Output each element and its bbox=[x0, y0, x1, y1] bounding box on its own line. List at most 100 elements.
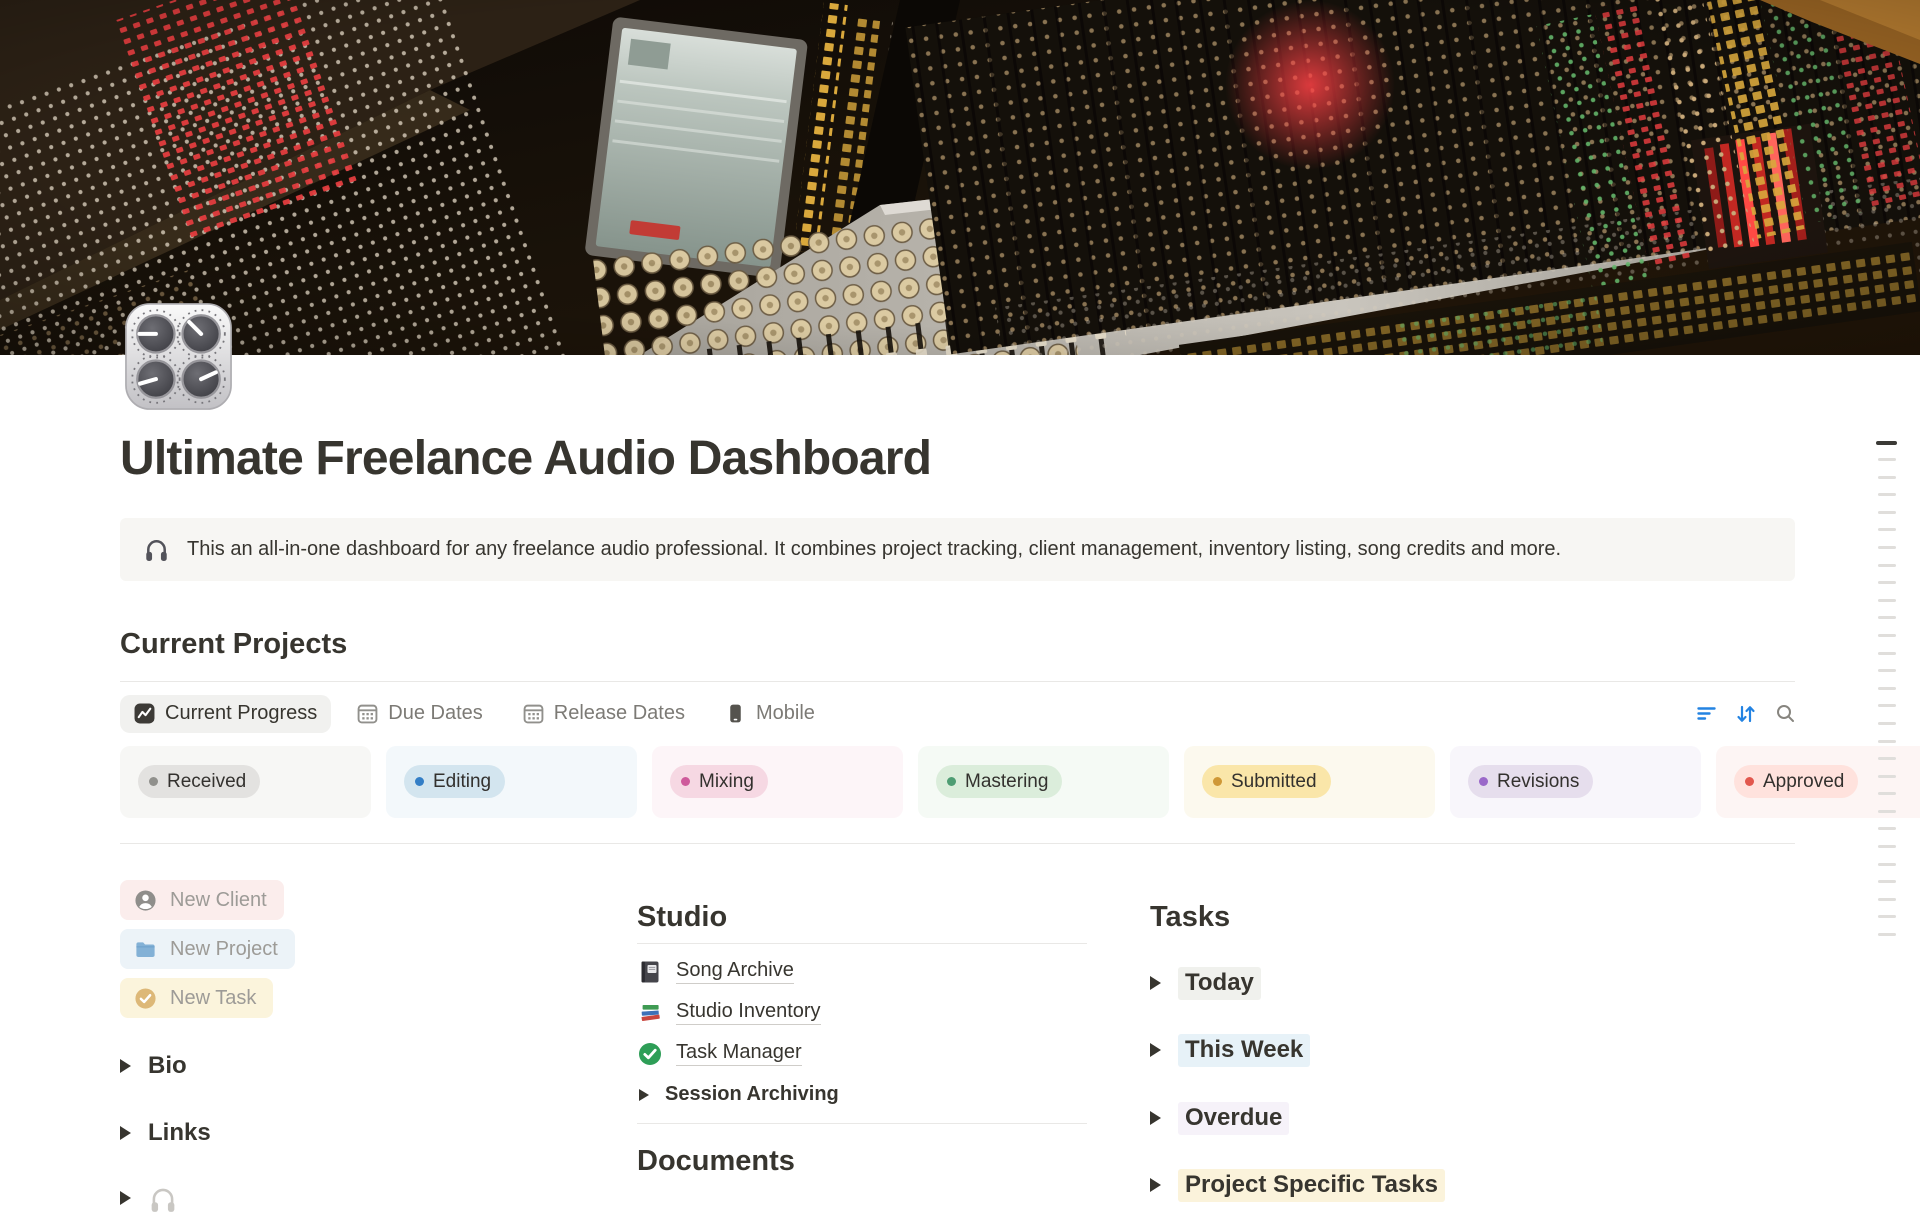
status-badge[interactable]: Received bbox=[138, 765, 260, 798]
left-column: New Client New Project New Task Bio bbox=[120, 880, 580, 1215]
search-icon[interactable] bbox=[1776, 704, 1795, 723]
outline-dash bbox=[1878, 740, 1896, 743]
status-dot bbox=[1479, 777, 1488, 786]
toggle-triangle-icon bbox=[1150, 976, 1161, 990]
divider bbox=[120, 681, 1795, 682]
toggle-today[interactable]: Today bbox=[1150, 966, 1795, 1000]
toggle-label: Project Specific Tasks bbox=[1178, 1169, 1445, 1202]
status-label: Approved bbox=[1763, 771, 1844, 793]
toggle-partial-headphones[interactable] bbox=[120, 1181, 580, 1215]
outline-dash bbox=[1878, 546, 1896, 549]
outline-dash bbox=[1878, 528, 1896, 531]
divider bbox=[637, 1123, 1087, 1124]
new-client-button[interactable]: New Client bbox=[120, 880, 284, 920]
toggle-overdue[interactable]: Overdue bbox=[1150, 1101, 1795, 1135]
outline-dash bbox=[1878, 898, 1896, 901]
sort-icon[interactable] bbox=[1736, 705, 1756, 723]
page-link-studio-inventory[interactable]: Studio Inventory bbox=[637, 992, 1087, 1033]
tab-release-dates[interactable]: Release Dates bbox=[509, 695, 699, 733]
board-column-mixing: Mixing bbox=[652, 746, 903, 818]
outline-current-dash bbox=[1876, 441, 1897, 445]
tab-current-progress[interactable]: Current Progress bbox=[120, 695, 331, 733]
check-circle-icon bbox=[134, 987, 157, 1010]
toggle-triangle-icon bbox=[120, 1191, 131, 1205]
calendar-view-icon bbox=[523, 703, 544, 724]
toggle-project-specific-tasks[interactable]: Project Specific Tasks bbox=[1150, 1168, 1795, 1202]
outline-dash bbox=[1878, 599, 1896, 602]
toggle-label: Session Archiving bbox=[665, 1083, 839, 1106]
status-dot bbox=[149, 777, 158, 786]
callout-text: This an all-in-one dashboard for any fre… bbox=[187, 538, 1561, 561]
new-task-button[interactable]: New Task bbox=[120, 978, 273, 1018]
board-column-revisions: Revisions bbox=[1450, 746, 1701, 818]
outline-dash bbox=[1878, 616, 1896, 619]
toggle-triangle-icon bbox=[1150, 1178, 1161, 1192]
chart-view-icon bbox=[134, 703, 155, 724]
page-link-label: Studio Inventory bbox=[676, 1000, 821, 1025]
documents-heading: Documents bbox=[637, 1144, 1087, 1179]
outline-dash bbox=[1878, 792, 1896, 795]
outline-dash bbox=[1878, 634, 1896, 637]
tab-mobile[interactable]: Mobile bbox=[711, 695, 829, 733]
outline-dash bbox=[1878, 687, 1896, 690]
status-badge[interactable]: Mastering bbox=[936, 765, 1062, 798]
body-columns: New Client New Project New Task Bio bbox=[120, 880, 1795, 1215]
board-column-editing: Editing bbox=[386, 746, 637, 818]
page-body: Ultimate Freelance Audio Dashboard This … bbox=[0, 430, 1920, 1215]
outline-dash bbox=[1878, 511, 1896, 514]
outline-dash bbox=[1878, 845, 1896, 848]
toggle-triangle-icon bbox=[120, 1059, 131, 1073]
outline-dash bbox=[1878, 933, 1896, 936]
toggle-links[interactable]: Links bbox=[120, 1116, 580, 1150]
outline-dash bbox=[1878, 827, 1896, 830]
status-badge[interactable]: Approved bbox=[1734, 765, 1858, 798]
outline-rail[interactable] bbox=[1876, 441, 1897, 951]
status-dot bbox=[415, 777, 424, 786]
status-label: Received bbox=[167, 771, 246, 793]
filter-icon[interactable] bbox=[1697, 706, 1716, 722]
tab-label: Current Progress bbox=[165, 702, 317, 725]
toggle-session-archiving[interactable]: Session Archiving bbox=[637, 1074, 1087, 1115]
outline-dash bbox=[1878, 775, 1896, 778]
status-badge[interactable]: Revisions bbox=[1468, 765, 1593, 798]
outline-dash bbox=[1878, 564, 1896, 567]
status-badge[interactable]: Mixing bbox=[670, 765, 768, 798]
status-label: Mixing bbox=[699, 771, 754, 793]
status-badge[interactable]: Submitted bbox=[1202, 765, 1331, 798]
toggle-triangle-icon bbox=[1150, 1111, 1161, 1125]
tasks-heading: Tasks bbox=[1150, 900, 1795, 935]
page-icon[interactable] bbox=[122, 300, 235, 413]
toggle-triangle-icon bbox=[120, 1126, 131, 1140]
page-title: Ultimate Freelance Audio Dashboard bbox=[120, 430, 1795, 488]
status-dot bbox=[947, 777, 956, 786]
headphones-icon bbox=[143, 536, 170, 563]
toggle-triangle-icon bbox=[1150, 1043, 1161, 1057]
outline-dash bbox=[1878, 704, 1896, 707]
view-toolbar bbox=[1697, 704, 1795, 723]
outline-dash bbox=[1878, 581, 1896, 584]
status-badge[interactable]: Editing bbox=[404, 765, 505, 798]
status-dot bbox=[681, 777, 690, 786]
tab-due-dates[interactable]: Due Dates bbox=[343, 695, 497, 733]
toggle-label: Overdue bbox=[1178, 1102, 1289, 1135]
page-link-label: Song Archive bbox=[676, 959, 794, 984]
outline-dash bbox=[1878, 458, 1896, 461]
view-tabbar: Current Progress Due Dates Release Dates… bbox=[120, 693, 1795, 734]
new-project-button[interactable]: New Project bbox=[120, 929, 295, 969]
toggle-this-week[interactable]: This Week bbox=[1150, 1033, 1795, 1067]
page-link-task-manager[interactable]: Task Manager bbox=[637, 1033, 1087, 1074]
intro-callout: This an all-in-one dashboard for any fre… bbox=[120, 518, 1795, 581]
divider bbox=[120, 843, 1795, 844]
page-link-song-archive[interactable]: Song Archive bbox=[637, 951, 1087, 992]
tab-label: Mobile bbox=[756, 702, 815, 725]
toggle-bio[interactable]: Bio bbox=[120, 1049, 580, 1083]
status-board: Received Editing Mixing Mastering Su bbox=[120, 746, 1920, 818]
outline-dash bbox=[1878, 722, 1896, 725]
current-projects-heading: Current Projects bbox=[120, 627, 1795, 662]
outline-dash bbox=[1878, 493, 1896, 496]
studio-column: Studio Song Archive Studio Inventory bbox=[637, 880, 1087, 1215]
status-label: Revisions bbox=[1497, 771, 1579, 793]
headphones-icon bbox=[148, 1183, 178, 1213]
mobile-view-icon bbox=[725, 703, 746, 724]
tab-label: Release Dates bbox=[554, 702, 685, 725]
